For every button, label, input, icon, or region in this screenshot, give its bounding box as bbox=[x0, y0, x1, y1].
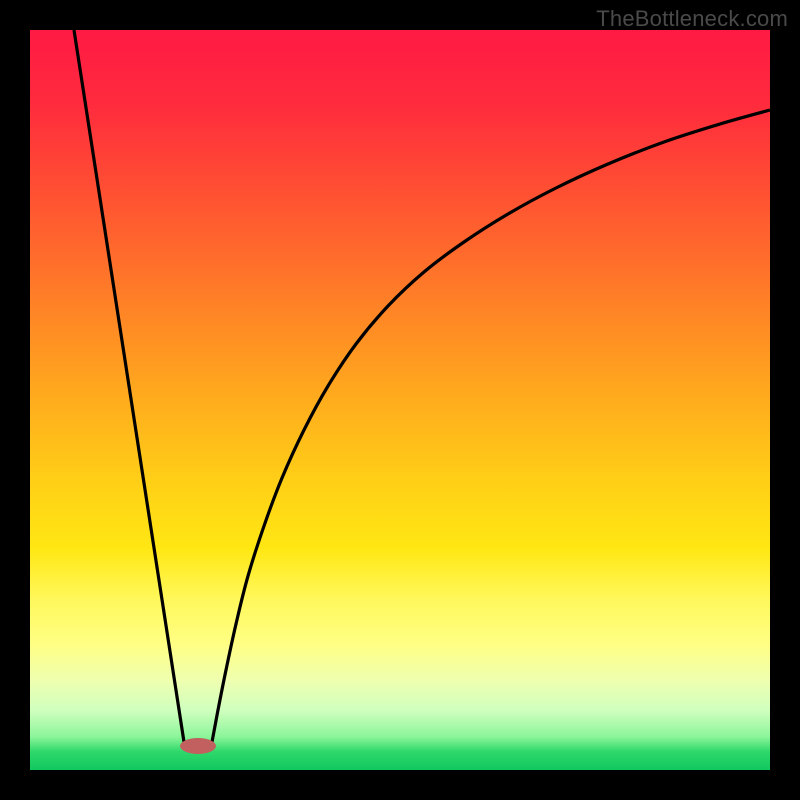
watermark-text: TheBottleneck.com bbox=[596, 6, 788, 32]
chart-svg bbox=[30, 30, 770, 770]
gradient-background bbox=[30, 30, 770, 770]
min-marker bbox=[180, 738, 216, 754]
chart-frame: TheBottleneck.com bbox=[0, 0, 800, 800]
plot-area bbox=[30, 30, 770, 770]
